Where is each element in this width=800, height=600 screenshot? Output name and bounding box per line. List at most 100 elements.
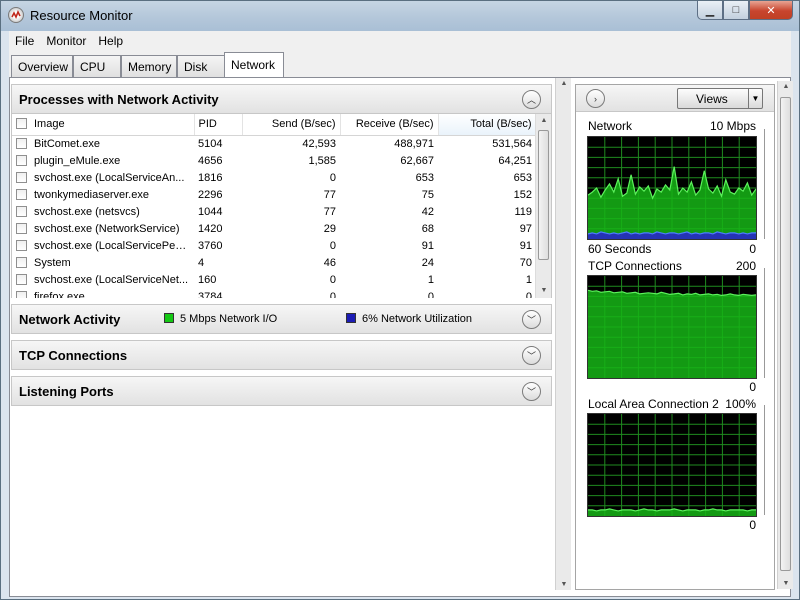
table-row[interactable]: svchost.exe (LocalServiceAn... 1816 0 653 65… bbox=[12, 169, 536, 186]
row-checkbox[interactable] bbox=[16, 205, 27, 217]
graphs-panel: › Views ▼ Network 10 Mbps 60 Seconds 0 T… bbox=[575, 84, 775, 590]
minimize-button[interactable]: ▁ bbox=[697, 1, 723, 20]
window-scrollbar[interactable]: ▲ ▼ bbox=[777, 81, 793, 589]
scrollbar-thumb[interactable] bbox=[538, 130, 549, 260]
process-send: 0 bbox=[329, 171, 336, 184]
scroll-down-arrow-icon[interactable]: ▼ bbox=[556, 581, 572, 588]
scroll-down-arrow-icon[interactable]: ▼ bbox=[778, 580, 794, 587]
dropdown-arrow-icon[interactable]: ▼ bbox=[748, 89, 762, 108]
row-checkbox[interactable] bbox=[16, 273, 27, 285]
listening-ports-title: Listening Ports bbox=[19, 384, 114, 399]
select-all-checkbox[interactable] bbox=[16, 118, 27, 130]
process-receive: 1 bbox=[427, 273, 434, 286]
process-pid: 160 bbox=[198, 273, 217, 286]
maximize-button[interactable]: □ bbox=[723, 1, 749, 20]
process-send: 0 bbox=[329, 290, 336, 299]
column-header-send[interactable]: Send (B/sec) bbox=[242, 114, 341, 136]
row-checkbox[interactable] bbox=[16, 222, 27, 234]
network-tab-content: Processes with Network Activity ︿ Image … bbox=[9, 77, 791, 597]
process-image: svchost.exe (LocalServiceNet... bbox=[12, 271, 194, 288]
process-image: svchost.exe (NetworkService) bbox=[12, 220, 194, 237]
scroll-down-arrow-icon[interactable]: ▼ bbox=[536, 284, 551, 298]
left-panel-scrollbar[interactable]: ▲ ▼ bbox=[555, 78, 571, 590]
process-image: BitComet.exe bbox=[12, 135, 194, 152]
expand-tcp-connections-button[interactable]: ﹀ bbox=[522, 346, 541, 365]
scrollbar-thumb[interactable] bbox=[780, 97, 791, 571]
process-send: 0 bbox=[329, 273, 336, 286]
chevron-down-icon: ﹀ bbox=[526, 315, 536, 325]
table-row[interactable]: svchost.exe (LocalServicePee... 3760 0 91 91 bbox=[12, 237, 536, 254]
row-checkbox[interactable] bbox=[16, 290, 27, 298]
process-image: svchost.exe (LocalServiceAn... bbox=[12, 169, 194, 186]
column-header-total[interactable]: Total (B/sec) bbox=[438, 114, 537, 136]
close-icon: ✕ bbox=[766, 4, 776, 17]
scroll-up-arrow-icon[interactable]: ▲ bbox=[778, 83, 794, 90]
process-image: twonkymediaserver.exe bbox=[12, 186, 194, 203]
expand-network-activity-button[interactable]: ﹀ bbox=[522, 310, 541, 329]
chevron-down-icon: ﹀ bbox=[526, 387, 536, 397]
menu-bar: File Monitor Help bbox=[9, 31, 791, 51]
graph-axis bbox=[762, 129, 765, 239]
row-checkbox[interactable] bbox=[16, 188, 27, 200]
column-header-image[interactable]: Image bbox=[12, 114, 195, 136]
processes-section-header[interactable]: Processes with Network Activity ︿ bbox=[11, 84, 552, 114]
process-pid: 5104 bbox=[198, 137, 223, 150]
row-checkbox[interactable] bbox=[16, 137, 27, 149]
process-image: plugin_eMule.exe bbox=[12, 152, 194, 169]
process-pid: 3760 bbox=[198, 239, 223, 252]
row-checkbox[interactable] bbox=[16, 154, 27, 166]
row-checkbox[interactable] bbox=[16, 256, 27, 268]
network-io-legend: 5 Mbps Network I/O bbox=[164, 313, 277, 325]
tcp-connections-section-header[interactable]: TCP Connections ﹀ bbox=[11, 340, 552, 370]
table-row[interactable]: System 4 46 24 70 bbox=[12, 254, 536, 271]
listening-ports-section-header[interactable]: Listening Ports ﹀ bbox=[11, 376, 552, 406]
network-graph-timespan: 60 Seconds bbox=[588, 242, 652, 256]
process-image: svchost.exe (LocalServicePee... bbox=[12, 237, 194, 254]
row-checkbox[interactable] bbox=[16, 239, 27, 251]
collapse-graphs-button[interactable]: › bbox=[586, 89, 605, 108]
tcp-connections-title: TCP Connections bbox=[19, 348, 128, 363]
lan-graph-title: Local Area Connection 2 bbox=[588, 397, 719, 411]
row-checkbox[interactable] bbox=[16, 171, 27, 183]
process-image: svchost.exe (netsvcs) bbox=[12, 203, 194, 220]
menu-file[interactable]: File bbox=[9, 34, 40, 48]
process-send: 77 bbox=[323, 205, 336, 218]
network-activity-section-header[interactable]: Network Activity 5 Mbps Network I/O 6% N… bbox=[11, 304, 552, 334]
column-header-receive[interactable]: Receive (B/sec) bbox=[340, 114, 439, 136]
process-pid: 1816 bbox=[198, 171, 223, 184]
table-row[interactable]: twonkymediaserver.exe 2296 77 75 152 bbox=[12, 186, 536, 203]
process-receive: 24 bbox=[421, 256, 434, 269]
views-button[interactable]: Views ▼ bbox=[677, 88, 763, 109]
process-total: 531,564 bbox=[492, 137, 532, 150]
scroll-up-arrow-icon[interactable]: ▲ bbox=[536, 114, 551, 128]
close-button[interactable]: ✕ bbox=[749, 1, 793, 20]
process-pid: 2296 bbox=[198, 188, 223, 201]
tab-memory[interactable]: Memory bbox=[121, 55, 177, 77]
tcp-connections-graph bbox=[587, 275, 757, 379]
process-send: 29 bbox=[323, 222, 336, 235]
collapse-processes-button[interactable]: ︿ bbox=[522, 90, 541, 109]
menu-help[interactable]: Help bbox=[92, 34, 129, 48]
processes-scrollbar[interactable]: ▲ ▼ bbox=[535, 114, 551, 298]
table-row[interactable]: svchost.exe (LocalServiceNet... 160 0 1 1 bbox=[12, 271, 536, 288]
scroll-up-arrow-icon[interactable]: ▲ bbox=[556, 80, 572, 87]
title-bar[interactable]: Resource Monitor ▁ □ ✕ bbox=[1, 1, 799, 31]
process-receive: 75 bbox=[421, 188, 434, 201]
expand-listening-ports-button[interactable]: ﹀ bbox=[522, 382, 541, 401]
table-row[interactable]: svchost.exe (NetworkService) 1420 29 68 97 bbox=[12, 220, 536, 237]
table-row[interactable]: BitComet.exe 5104 42,593 488,971 531,564 bbox=[12, 135, 536, 152]
table-row[interactable]: firefox.exe 3784 0 0 0 bbox=[12, 288, 536, 298]
column-header-pid[interactable]: PID bbox=[194, 114, 243, 136]
table-row[interactable]: svchost.exe (netsvcs) 1044 77 42 119 bbox=[12, 203, 536, 220]
network-graph-title: Network bbox=[588, 119, 633, 133]
process-image: System bbox=[12, 254, 194, 271]
process-pid: 3784 bbox=[198, 290, 223, 299]
process-total: 653 bbox=[513, 171, 532, 184]
tab-network[interactable]: Network bbox=[224, 52, 284, 77]
process-total: 91 bbox=[519, 239, 532, 252]
tab-disk[interactable]: Disk bbox=[177, 55, 225, 77]
tab-overview[interactable]: Overview bbox=[11, 55, 73, 77]
tab-cpu[interactable]: CPU bbox=[73, 55, 121, 77]
menu-monitor[interactable]: Monitor bbox=[40, 34, 92, 48]
table-row[interactable]: plugin_eMule.exe 4656 1,585 62,667 64,251 bbox=[12, 152, 536, 169]
